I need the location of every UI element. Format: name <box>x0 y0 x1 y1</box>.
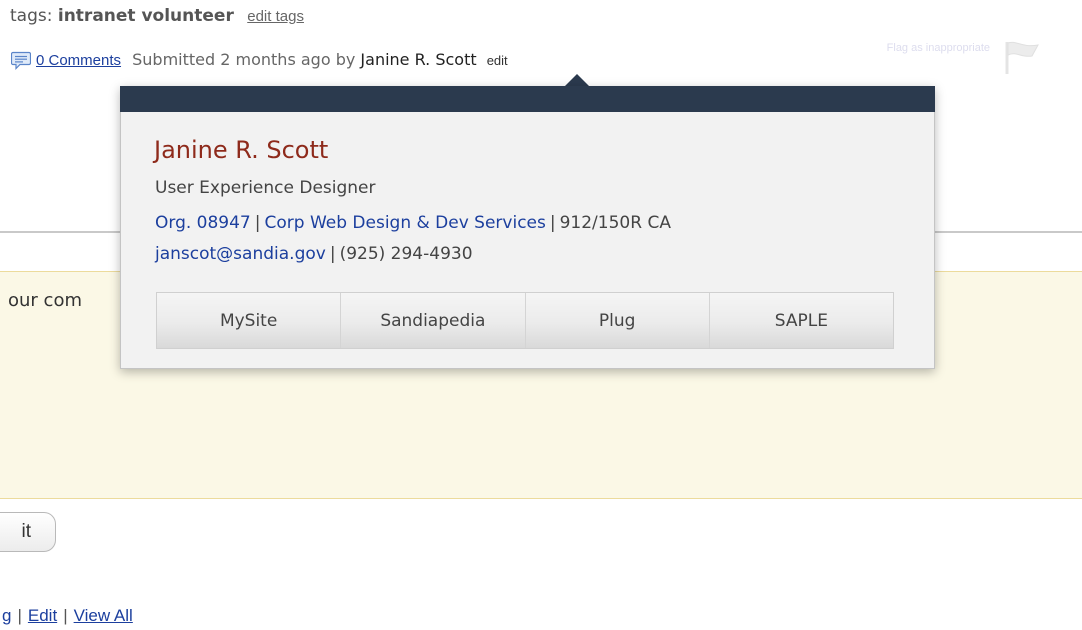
tags-value: intranet volunteer <box>57 6 234 26</box>
location-text: 912/150R CA <box>559 213 671 233</box>
org-separator: | <box>549 213 556 233</box>
link-separator: | <box>17 606 22 625</box>
user-popover-card: Janine R. Scott User Experience Designer… <box>120 86 935 369</box>
bottom-link-fragment[interactable]: g <box>2 606 11 625</box>
author-name-link[interactable]: Janine R. Scott <box>360 50 476 69</box>
divider-line <box>0 231 120 233</box>
department-link[interactable]: Corp Web Design & Dev Services <box>264 213 545 233</box>
popover-user-name: Janine R. Scott <box>154 136 329 164</box>
speech-bubble-icon[interactable] <box>11 51 31 70</box>
submit-button[interactable]: it <box>0 512 56 552</box>
mysite-button[interactable]: MySite <box>157 293 342 348</box>
tags-line: tags: intranet volunteer edit tags <box>10 6 304 26</box>
edit-link-bottom[interactable]: Edit <box>28 606 57 625</box>
popover-user-title: User Experience Designer <box>155 178 376 198</box>
sandiapedia-button[interactable]: Sandiapedia <box>341 293 526 348</box>
bottom-links: g | Edit | View All <box>2 606 133 626</box>
plug-button[interactable]: Plug <box>525 293 710 348</box>
flag-label[interactable]: Flag as inappropriate <box>880 42 990 55</box>
link-separator: | <box>63 606 68 625</box>
tags-label: tags: <box>10 6 53 26</box>
email-link[interactable]: janscot@sandia.gov <box>155 244 326 264</box>
post-meta-line: 0 Comments Submitted 2 months ago by Jan… <box>36 50 508 69</box>
submitted-text: Submitted 2 months ago by <box>132 50 356 69</box>
saple-button[interactable]: SAPLE <box>709 293 893 348</box>
popover-contact-line: janscot@sandia.gov | (925) 294-4930 <box>155 244 473 264</box>
contact-separator: | <box>329 244 336 264</box>
edit-link[interactable]: edit <box>487 53 508 68</box>
popover-header-bar <box>120 86 935 112</box>
popover-button-group: MySite Sandiapedia Plug SAPLE <box>156 292 894 349</box>
phone-text: (925) 294-4930 <box>339 244 473 264</box>
popover-org-line: Org. 08947 | Corp Web Design & Dev Service… <box>155 213 671 233</box>
org-number-link[interactable]: Org. 08947 <box>155 213 251 233</box>
org-separator: | <box>254 213 261 233</box>
divider-line <box>935 231 1082 233</box>
comment-prompt-text: our com <box>8 290 82 311</box>
comments-link[interactable]: 0 Comments <box>36 52 121 69</box>
flag-icon[interactable] <box>1002 40 1042 76</box>
edit-tags-link[interactable]: edit tags <box>247 8 304 25</box>
view-all-link[interactable]: View All <box>74 606 133 625</box>
